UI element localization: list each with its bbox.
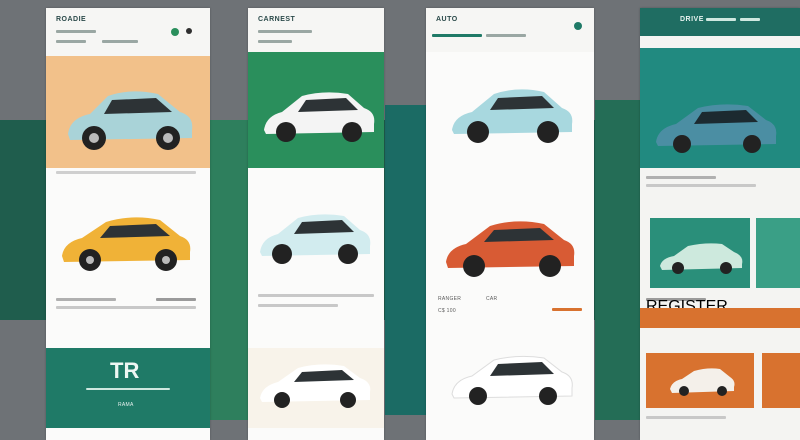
nav-bar[interactable] xyxy=(102,40,138,43)
nav-bar[interactable] xyxy=(258,40,292,43)
menu-dot[interactable] xyxy=(186,28,192,34)
screen-4: DRIVE REGISTER xyxy=(640,8,800,440)
car-card-cream[interactable] xyxy=(248,348,384,428)
info-line xyxy=(646,184,756,187)
screen-4-brand: DRIVE xyxy=(680,16,704,23)
card-price: C$ 100 xyxy=(438,308,456,314)
car-illustration xyxy=(670,368,735,396)
car-card-lightblue[interactable] xyxy=(248,188,384,288)
car-card-blue[interactable] xyxy=(46,56,210,168)
info-line xyxy=(258,294,374,297)
car-illustration xyxy=(446,221,575,277)
card-label: RANGER xyxy=(438,296,462,302)
screen-2: CARNEST xyxy=(248,8,384,440)
info-line xyxy=(56,306,196,309)
nav-bar[interactable] xyxy=(486,34,526,37)
car-illustration xyxy=(264,92,375,142)
nav-bar[interactable] xyxy=(706,18,736,21)
status-dot[interactable] xyxy=(574,22,582,30)
screen-2-brand: CARNEST xyxy=(258,16,296,23)
hero-block[interactable]: TR RAMA xyxy=(46,348,210,428)
accent-line xyxy=(552,308,582,311)
screen-3: AUTO RANGER CAR C$ 100 xyxy=(426,8,594,440)
section-label: REGISTER xyxy=(646,298,728,315)
divider xyxy=(56,171,196,174)
screen-3-brand: AUTO xyxy=(436,16,458,23)
info-line xyxy=(56,298,116,301)
car-card-teal[interactable] xyxy=(650,218,750,288)
hero-footer: RAMA xyxy=(118,402,134,408)
nav-bar[interactable] xyxy=(56,30,96,33)
car-illustration xyxy=(62,217,191,271)
info-line xyxy=(258,304,338,307)
card-label: CAR xyxy=(486,296,498,302)
car-card-yellow[interactable] xyxy=(46,190,210,290)
background-strip-light xyxy=(210,120,250,420)
nav-bar-active[interactable] xyxy=(432,34,482,37)
screen-2-header: CARNEST xyxy=(248,8,384,52)
footer-line xyxy=(646,416,726,419)
screen-3-header: AUTO xyxy=(426,8,594,52)
car-illustration xyxy=(452,89,573,143)
screen-4-header: DRIVE xyxy=(640,8,800,36)
status-dot[interactable] xyxy=(171,28,179,36)
car-card-orange-2[interactable] xyxy=(762,353,800,408)
screen-1-brand: ROADIE xyxy=(56,16,87,23)
car-card-sky[interactable] xyxy=(426,52,594,170)
car-card-red[interactable] xyxy=(426,190,594,290)
background-strip-teal xyxy=(385,105,427,415)
grid-block[interactable] xyxy=(756,218,800,288)
hero-card[interactable] xyxy=(640,48,800,168)
car-illustration xyxy=(660,243,743,274)
price-line xyxy=(156,298,196,301)
nav-bar[interactable] xyxy=(740,18,760,21)
nav-bar[interactable] xyxy=(258,30,312,33)
background-strip-right xyxy=(595,100,640,420)
car-illustration xyxy=(656,104,777,153)
info-line xyxy=(646,176,716,179)
car-illustration xyxy=(260,364,371,408)
car-illustration xyxy=(260,214,371,264)
orange-section[interactable] xyxy=(640,308,800,328)
car-card-white[interactable] xyxy=(426,338,594,428)
car-card-white[interactable] xyxy=(248,52,384,168)
screen-1: ROADIE TR RAMA xyxy=(46,8,210,440)
screen-1-header: ROADIE xyxy=(46,8,210,56)
hero-text xyxy=(86,388,170,390)
nav-bar[interactable] xyxy=(56,40,86,43)
car-illustration xyxy=(451,355,573,405)
car-card-orange[interactable] xyxy=(646,353,754,408)
hero-logo: TR xyxy=(110,358,140,383)
car-illustration xyxy=(68,91,193,150)
